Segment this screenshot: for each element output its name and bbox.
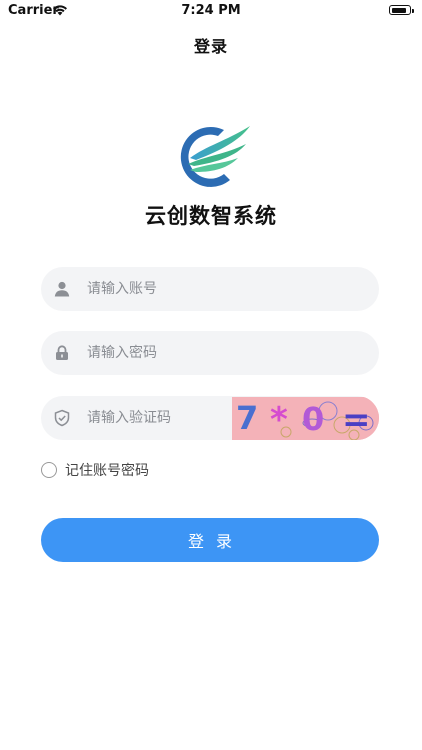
status-bar: Carrier 7:24 PM <box>0 0 422 22</box>
page-title: 登录 <box>193 37 228 56</box>
wing-c-logo-icon <box>180 126 250 187</box>
lock-icon <box>56 345 68 360</box>
captcha-input[interactable] <box>87 396 225 440</box>
clock: 7:24 PM <box>181 3 241 18</box>
battery-icon <box>389 5 414 15</box>
app-name: 云创数智系统 <box>145 204 277 228</box>
battery-level <box>391 7 406 13</box>
captcha-char: * <box>270 400 288 440</box>
captcha-char: = <box>342 400 371 440</box>
captcha-field[interactable]: 7 * 0 = <box>41 396 379 440</box>
account-input[interactable] <box>87 267 357 311</box>
remember-account-toggle[interactable]: 记住账号密码 <box>41 460 149 480</box>
captcha-char: 7 <box>236 399 258 437</box>
account-field[interactable] <box>41 267 379 311</box>
password-field[interactable] <box>41 331 379 375</box>
captcha-char: 0 <box>302 400 324 438</box>
password-input[interactable] <box>87 331 357 375</box>
shield-check-icon <box>54 409 70 427</box>
remember-checkbox[interactable] <box>41 462 57 478</box>
captcha-image[interactable]: 7 * 0 = <box>232 397 379 440</box>
user-icon <box>54 281 70 297</box>
login-button[interactable]: 登录 <box>41 518 379 562</box>
remember-label: 记住账号密码 <box>65 463 149 479</box>
